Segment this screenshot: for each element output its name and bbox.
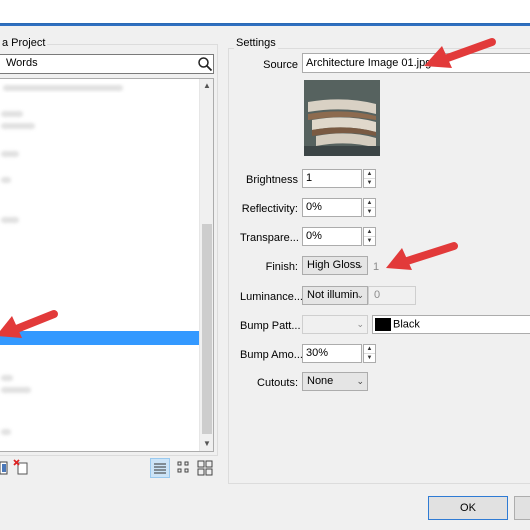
list-item[interactable] [1,111,23,117]
search-input[interactable]: Words [0,54,214,74]
bump-color-swatch[interactable] [375,318,391,331]
brightness-input[interactable]: 1 [302,169,362,188]
window-title-bar [0,0,530,24]
luminance-value: Not illumin [307,289,359,301]
material-editor-icon[interactable] [0,461,8,475]
reflectivity-label: Reflectivity: [241,203,298,215]
stepper-up-icon[interactable]: ▲ [364,345,375,354]
finish-dropdown[interactable]: High Gloss ⌄ [302,256,368,275]
transparency-value: 0% [306,230,322,242]
delete-material-icon[interactable] [13,459,29,475]
ok-button[interactable]: OK [428,496,508,520]
details-view-icon[interactable] [150,458,170,478]
bump-amount-stepper[interactable]: ▲ ▼ [363,344,376,363]
list-item-selected[interactable] [0,331,199,345]
list-item[interactable] [1,429,11,435]
finish-label: Finish: [265,261,298,273]
luminance-label: Luminance... [240,291,303,303]
small-thumbnails-icon[interactable] [176,460,192,476]
project-group-title: a Project [0,37,48,49]
stepper-up-icon[interactable]: ▲ [364,228,375,237]
reflectivity-input[interactable]: 0% [302,198,362,217]
large-thumbnails-icon[interactable] [196,459,214,477]
reflectivity-value: 0% [306,201,322,213]
list-item[interactable] [1,375,13,381]
window-top-border [0,24,530,26]
stepper-up-icon[interactable]: ▲ [364,170,375,179]
transparency-stepper[interactable]: ▲ ▼ [363,227,376,246]
bump-color-value: Black [393,318,420,331]
stepper-down-icon[interactable]: ▼ [364,179,375,188]
brightness-stepper[interactable]: ▲ ▼ [363,169,376,188]
luminance-level-field: 0 [368,286,416,305]
list-scrollbar[interactable]: ▲ ▼ [199,79,213,451]
source-value: Architecture Image 01.jpg [306,57,432,69]
transparency-input[interactable]: 0% [302,227,362,246]
luminance-dropdown[interactable]: Not illumin ⌄ [302,286,368,305]
scroll-thumb[interactable] [202,224,212,434]
stepper-down-icon[interactable]: ▼ [364,208,375,217]
list-item[interactable] [1,177,11,183]
stepper-up-icon[interactable]: ▲ [364,199,375,208]
bump-amount-input[interactable]: 30% [302,344,362,363]
list-item[interactable] [1,217,19,223]
finish-value: High Gloss [307,259,361,271]
transparency-label: Transpare... [240,232,299,244]
cutouts-value: None [307,375,334,387]
chevron-down-icon: ⌄ [356,290,364,300]
bump-pattern-dropdown[interactable]: ⌄ [302,315,368,334]
chevron-down-icon: ⌄ [356,319,364,329]
bump-amount-label: Bump Amo... [240,349,303,361]
bump-pattern-label: Bump Patt... [240,320,301,332]
materials-list[interactable]: ▲ ▼ [0,78,214,452]
list-item[interactable] [1,151,19,157]
scroll-down-icon[interactable]: ▼ [200,437,214,451]
bump-amount-value: 30% [306,347,329,359]
stepper-down-icon[interactable]: ▼ [364,354,375,363]
scroll-up-icon[interactable]: ▲ [200,79,214,93]
cutouts-label: Cutouts: [257,377,298,389]
settings-group-title: Settings [234,37,278,49]
list-item[interactable] [1,123,35,129]
ok-button-label: OK [460,502,476,514]
search-input-value: Words [6,57,38,69]
reflectivity-stepper[interactable]: ▲ ▼ [363,198,376,217]
source-field[interactable]: Architecture Image 01.jpg [302,53,530,73]
cancel-button[interactable] [514,496,530,520]
stepper-down-icon[interactable]: ▼ [364,237,375,246]
brightness-value: 1 [306,172,313,184]
search-icon[interactable] [197,56,213,72]
chevron-down-icon: ⌄ [356,260,364,270]
cutouts-dropdown[interactable]: None ⌄ [302,372,368,391]
chevron-down-icon: ⌄ [356,376,364,386]
finish-level: 1 [373,261,380,273]
list-item[interactable] [1,387,31,393]
luminance-level: 0 [374,289,381,301]
bump-color-field[interactable]: Black [372,315,530,334]
brightness-label: Brightness [246,174,298,186]
list-item[interactable] [0,83,189,93]
texture-thumbnail [304,80,380,156]
source-label: Source [263,59,298,71]
